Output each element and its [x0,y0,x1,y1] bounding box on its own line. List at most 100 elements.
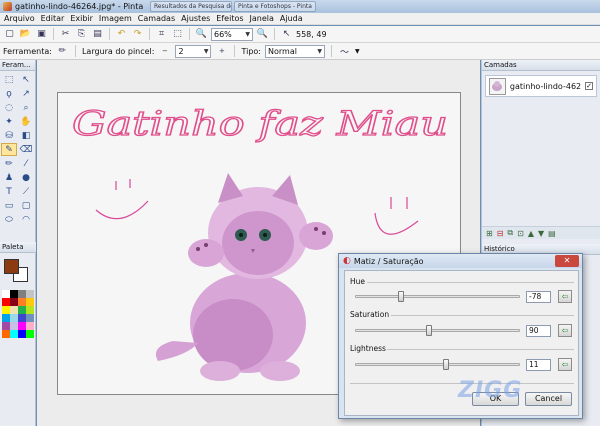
palette-swatch[interactable] [10,298,18,306]
palette-swatch[interactable] [18,306,26,314]
magic-wand-icon[interactable]: ✦ [1,115,17,128]
new-file-icon[interactable]: ▢ [3,28,16,41]
palette-swatch[interactable] [26,330,34,338]
taskbar-tab-pinta[interactable]: Pinta e Fotoshops - Pinta [234,1,316,12]
palette-swatch[interactable] [2,322,10,330]
decrease-width-icon[interactable]: − [158,45,171,58]
layer-item[interactable]: gatinho-lindo-462 ✓ [485,75,597,97]
menu-camadas[interactable]: Camadas [138,14,175,23]
cancel-button[interactable]: Cancel [525,392,572,406]
lightness-slider-thumb[interactable] [442,359,449,370]
menu-editar[interactable]: Editar [41,14,65,23]
paintbrush-icon[interactable]: ✎ [1,143,17,156]
rectangle-select-icon[interactable]: ⬚ [1,73,17,86]
lasso-select-icon[interactable]: ϙ [1,87,17,100]
taskbar-tab-search[interactable]: Resultados da Pesquisa de imagens do G..… [150,1,232,12]
text-tool-icon[interactable]: T [1,185,17,198]
palette-swatch[interactable] [18,314,26,322]
hue-slider-track[interactable] [355,295,520,298]
merge-layer-icon[interactable]: ⊡ [517,229,524,238]
paste-icon[interactable]: ▤ [91,28,104,41]
move-layer-down-icon[interactable]: ▼ [538,229,544,238]
antialiasing-icon[interactable]: 〜 [338,45,351,58]
line-curve-icon[interactable]: ⟋ [18,185,34,198]
palette-swatch[interactable] [18,330,26,338]
pencil-tool-icon[interactable]: ✏ [56,45,69,58]
clone-stamp-icon[interactable]: ♟ [1,171,17,184]
pan-tool-icon[interactable]: ✋ [18,115,34,128]
increase-width-icon[interactable]: + [215,45,228,58]
saturation-slider-thumb[interactable] [426,325,433,336]
paint-bucket-icon[interactable]: ⛁ [1,129,17,142]
save-icon[interactable]: ▣ [35,28,48,41]
delete-layer-icon[interactable]: ⊟ [497,229,504,238]
pencil-icon[interactable]: ✏ [1,157,17,170]
palette-swatch[interactable] [26,290,34,298]
hue-value-input[interactable]: -78 [526,291,551,303]
palette-swatch[interactable] [2,298,10,306]
close-icon[interactable]: ✕ [555,255,579,267]
layer-properties-icon[interactable]: ▤ [548,229,556,238]
gradient-icon[interactable]: ◧ [18,129,34,142]
palette-swatch[interactable] [26,314,34,322]
saturation-value-input[interactable]: 90 [526,325,551,337]
add-layer-icon[interactable]: ⊞ [486,229,493,238]
palette-swatch[interactable] [26,306,34,314]
layer-visibility-checkbox[interactable]: ✓ [585,82,593,90]
eraser-icon[interactable]: ⌫ [18,143,34,156]
move-selected-icon[interactable]: ↗ [18,87,34,100]
menu-ajustes[interactable]: Ajustes [181,14,210,23]
menu-arquivo[interactable]: Arquivo [4,14,35,23]
palette-swatch[interactable] [2,314,10,322]
deselect-icon[interactable]: ⬚ [171,28,184,41]
zoom-tool-icon[interactable]: ⌕ [18,101,34,114]
chevron-down-icon[interactable]: ▼ [355,48,360,55]
ellipse-select-icon[interactable]: ◌ [1,101,17,114]
zoom-combo[interactable]: 66% ▼ [211,27,253,41]
move-layer-up-icon[interactable]: ▲ [528,229,534,238]
color-picker-icon[interactable]: ⁄ [18,157,34,170]
duplicate-layer-icon[interactable]: ⧉ [507,228,513,238]
palette-swatch[interactable] [10,290,18,298]
lightness-value-input[interactable]: 11 [526,359,551,371]
redo-icon[interactable]: ↷ [131,28,144,41]
type-combo[interactable]: Normal ▼ [265,44,325,58]
menu-ajuda[interactable]: Ajuda [280,14,303,23]
recolor-icon[interactable]: ● [18,171,34,184]
palette-swatch[interactable] [26,298,34,306]
palette-swatch[interactable] [10,306,18,314]
menu-exibir[interactable]: Exibir [70,14,93,23]
zoom-out-icon[interactable]: 🔍 [195,28,208,41]
palette-swatch[interactable] [10,314,18,322]
lightness-slider-track[interactable] [355,363,520,366]
cut-icon[interactable]: ✂ [59,28,72,41]
copy-icon[interactable]: ⎘ [75,28,88,41]
palette-swatch[interactable] [2,306,10,314]
move-selection-icon[interactable]: ↖ [18,73,34,86]
palette-swatch[interactable] [26,322,34,330]
ellipse-tool-icon[interactable]: ⬭ [1,213,17,226]
undo-icon[interactable]: ↶ [115,28,128,41]
primary-color[interactable] [4,259,19,274]
rectangle-tool-icon[interactable]: ▭ [1,199,17,212]
palette-swatch[interactable] [2,290,10,298]
zoom-in-icon[interactable]: 🔍 [256,28,269,41]
palette-swatch[interactable] [18,322,26,330]
lightness-reset-icon[interactable]: ⇦ [558,358,572,371]
saturation-slider-track[interactable] [355,329,520,332]
palette-swatch[interactable] [10,330,18,338]
saturation-reset-icon[interactable]: ⇦ [558,324,572,337]
menu-imagem[interactable]: Imagem [99,14,132,23]
palette-swatch[interactable] [10,322,18,330]
rounded-rectangle-icon[interactable]: ▢ [18,199,34,212]
menu-janela[interactable]: Janela [250,14,274,23]
brush-width-combo[interactable]: 2 ▼ [175,44,212,58]
freeform-shape-icon[interactable]: ◠ [18,213,34,226]
palette-swatch[interactable] [2,330,10,338]
crop-icon[interactable]: ⌗ [155,28,168,41]
hue-reset-icon[interactable]: ⇦ [558,290,572,303]
palette-swatch[interactable] [18,290,26,298]
open-file-icon[interactable]: 📂 [19,28,32,41]
menu-efeitos[interactable]: Efeitos [216,14,243,23]
palette-swatch[interactable] [18,298,26,306]
